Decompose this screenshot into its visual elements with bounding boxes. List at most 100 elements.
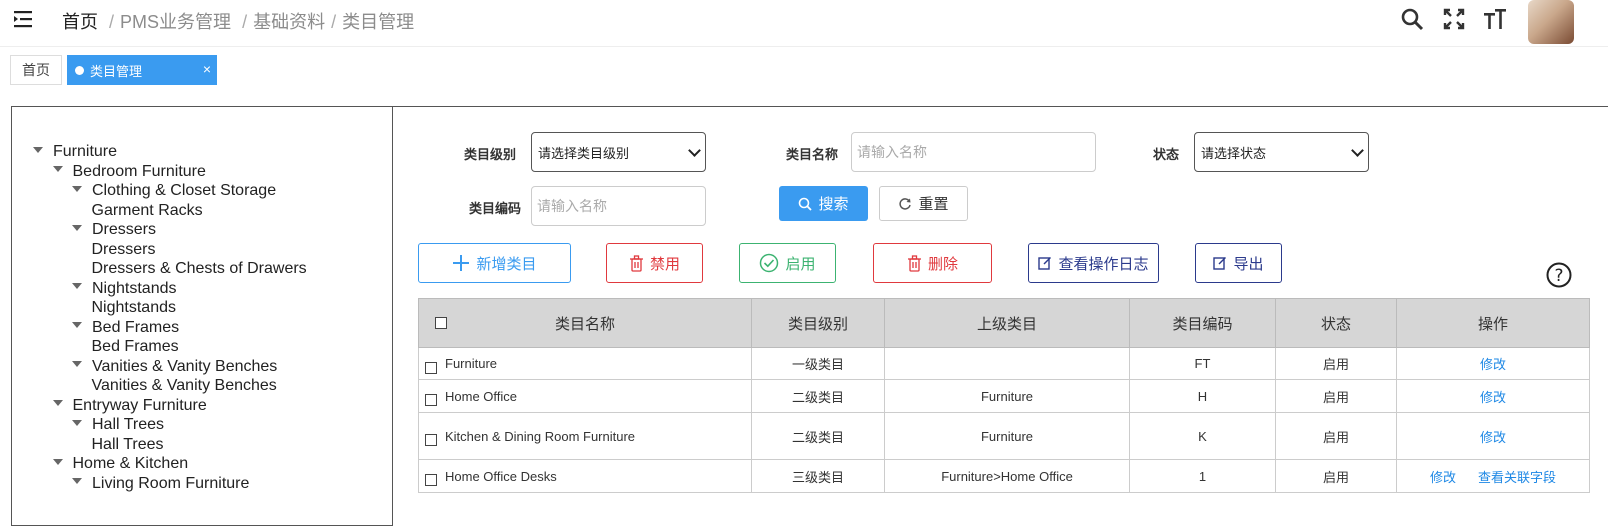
breadcrumb-home[interactable]: 首页 bbox=[62, 12, 98, 32]
cell-parent bbox=[884, 347, 1130, 380]
name-input[interactable]: 请输入名称 bbox=[851, 132, 1096, 172]
tree-node[interactable]: Dressers bbox=[72, 220, 156, 239]
view-fields-link[interactable]: 查看关联字段 bbox=[1478, 470, 1556, 485]
cell-name-text: Home Office Desks bbox=[445, 468, 557, 484]
tree-node[interactable]: Vanities & Vanity Benches bbox=[92, 376, 277, 395]
caret-down-icon[interactable] bbox=[72, 478, 82, 485]
delete-button[interactable]: 删除 bbox=[873, 243, 992, 283]
cell-parent: Furniture bbox=[884, 379, 1130, 413]
tree-node[interactable]: Bedroom Furniture bbox=[52, 162, 206, 181]
tree-node-label: Clothing & Closet Storage bbox=[92, 182, 277, 199]
font-size-icon[interactable] bbox=[1482, 6, 1508, 32]
avatar[interactable] bbox=[1528, 0, 1574, 44]
code-input[interactable]: 请输入名称 bbox=[531, 186, 706, 226]
fullscreen-icon[interactable] bbox=[1441, 6, 1467, 32]
tree-node[interactable]: Furniture bbox=[33, 142, 117, 161]
table-row[interactable]: Home Office Desks 三级类目 Furniture>Home Offi… bbox=[418, 459, 1590, 493]
menu-fold-icon[interactable] bbox=[12, 8, 36, 30]
caret-down-icon[interactable] bbox=[72, 224, 82, 231]
caret-down-icon[interactable] bbox=[52, 458, 63, 465]
tree-node[interactable]: Hall Trees bbox=[92, 435, 164, 454]
cell-name: Kitchen & Dining Room Furniture bbox=[418, 412, 752, 460]
tab-category-management[interactable]: 类目管理 × bbox=[67, 55, 217, 85]
view-log-button[interactable]: 查看操作日志 bbox=[1028, 243, 1159, 283]
table-row[interactable]: Home Office 二级类目 Furniture H 启用 修改 bbox=[418, 379, 1590, 413]
cell-name-text: Furniture bbox=[445, 356, 498, 371]
search-button[interactable]: 搜索 bbox=[779, 186, 868, 221]
tree-node[interactable]: Living Room Furniture bbox=[72, 474, 249, 493]
caret-down-icon[interactable] bbox=[72, 283, 82, 290]
tree-node[interactable]: Dressers & Chests of Drawers bbox=[92, 259, 307, 278]
svg-text:?: ? bbox=[1554, 266, 1563, 286]
active-dot-icon bbox=[75, 65, 84, 75]
select-all-checkbox[interactable] bbox=[435, 317, 447, 329]
breadcrumb-pms[interactable]: PMS业务管理 bbox=[120, 12, 231, 32]
tree-node[interactable]: Nightstands bbox=[92, 298, 177, 317]
tree-node[interactable]: Nightstands bbox=[72, 279, 177, 298]
cell-name: Home Office Desks bbox=[418, 459, 752, 493]
edit-link[interactable]: 修改 bbox=[1480, 357, 1506, 372]
status-select-value: 请选择状态 bbox=[1201, 145, 1267, 161]
header-code: 类目编码 bbox=[1129, 298, 1276, 348]
tree-node-label: Hall Trees bbox=[92, 416, 165, 433]
row-checkbox[interactable] bbox=[425, 361, 437, 374]
refresh-icon bbox=[899, 197, 912, 210]
tree-node[interactable]: Clothing & Closet Storage bbox=[72, 181, 276, 200]
cell-actions: 修改 bbox=[1396, 412, 1590, 460]
caret-down-icon[interactable] bbox=[52, 166, 63, 173]
tree-node-label: Bedroom Furniture bbox=[72, 162, 206, 180]
help-icon[interactable]: ? bbox=[1546, 262, 1572, 288]
caret-down-icon[interactable] bbox=[33, 146, 43, 153]
row-checkbox[interactable] bbox=[425, 474, 437, 487]
tree-node[interactable]: Hall Trees bbox=[72, 415, 164, 434]
cell-level: 二级类目 bbox=[751, 412, 885, 460]
tree-node[interactable]: Bed Frames bbox=[72, 318, 179, 337]
breadcrumb-basic-data[interactable]: 基础资料 bbox=[253, 12, 325, 32]
header-parent: 上级类目 bbox=[884, 298, 1130, 348]
caret-down-icon[interactable] bbox=[72, 185, 82, 192]
export-button[interactable]: 导出 bbox=[1195, 243, 1282, 283]
add-category-button[interactable]: 新增类目 bbox=[418, 243, 571, 283]
caret-down-icon[interactable] bbox=[72, 322, 82, 329]
tree-node[interactable]: Home & Kitchen bbox=[52, 454, 188, 473]
cell-actions: 修改 bbox=[1396, 347, 1590, 380]
tree-node[interactable]: Garment Racks bbox=[92, 201, 203, 220]
edit-link[interactable]: 修改 bbox=[1430, 470, 1456, 485]
edit-icon bbox=[1213, 257, 1227, 270]
edit-link[interactable]: 修改 bbox=[1480, 390, 1506, 405]
edit-link[interactable]: 修改 bbox=[1480, 430, 1506, 445]
tree-node[interactable]: Bed Frames bbox=[92, 337, 179, 356]
cell-name: Home Office bbox=[418, 379, 752, 413]
tree-node[interactable]: Entryway Furniture bbox=[52, 396, 207, 415]
breadcrumb-separator: / bbox=[242, 12, 248, 32]
reset-button[interactable]: 重置 bbox=[879, 186, 968, 221]
row-checkbox[interactable] bbox=[425, 434, 437, 447]
search-icon[interactable] bbox=[1399, 6, 1425, 32]
caret-down-icon[interactable] bbox=[72, 419, 82, 426]
level-select[interactable]: 请选择类目级别 bbox=[531, 132, 706, 172]
tree-node-label: Dressers bbox=[92, 221, 157, 238]
table-row[interactable]: Furniture 一级类目 FT 启用 修改 bbox=[418, 347, 1590, 380]
tree-node[interactable]: Dressers bbox=[92, 240, 156, 259]
tree-node-label: Hall Trees bbox=[91, 435, 164, 453]
cell-code: 1 bbox=[1129, 459, 1276, 493]
tree-node[interactable]: Vanities & Vanity Benches bbox=[72, 357, 277, 376]
row-checkbox[interactable] bbox=[425, 394, 437, 407]
cell-level: 一级类目 bbox=[751, 347, 885, 380]
header-actions: 操作 bbox=[1396, 298, 1590, 348]
enable-button[interactable]: 启用 bbox=[739, 243, 836, 283]
cell-name: Furniture bbox=[418, 347, 752, 380]
disable-button[interactable]: 禁用 bbox=[606, 243, 703, 283]
tree-node-label: Garment Racks bbox=[91, 201, 203, 219]
status-select[interactable]: 请选择状态 bbox=[1194, 132, 1369, 172]
tab-home[interactable]: 首页 bbox=[10, 55, 62, 85]
tree-node-label: Furniture bbox=[53, 143, 118, 160]
close-icon[interactable]: × bbox=[203, 61, 211, 77]
caret-down-icon[interactable] bbox=[72, 361, 82, 368]
cell-code: FT bbox=[1129, 347, 1276, 380]
table-row[interactable]: Kitchen & Dining Room Furniture 二级类目 Furni… bbox=[418, 412, 1590, 460]
tree-node-label: Bed Frames bbox=[92, 318, 180, 336]
caret-down-icon[interactable] bbox=[52, 400, 63, 407]
breadcrumb-category: 类目管理 bbox=[342, 12, 415, 32]
view-log-label: 查看操作日志 bbox=[1058, 255, 1149, 273]
